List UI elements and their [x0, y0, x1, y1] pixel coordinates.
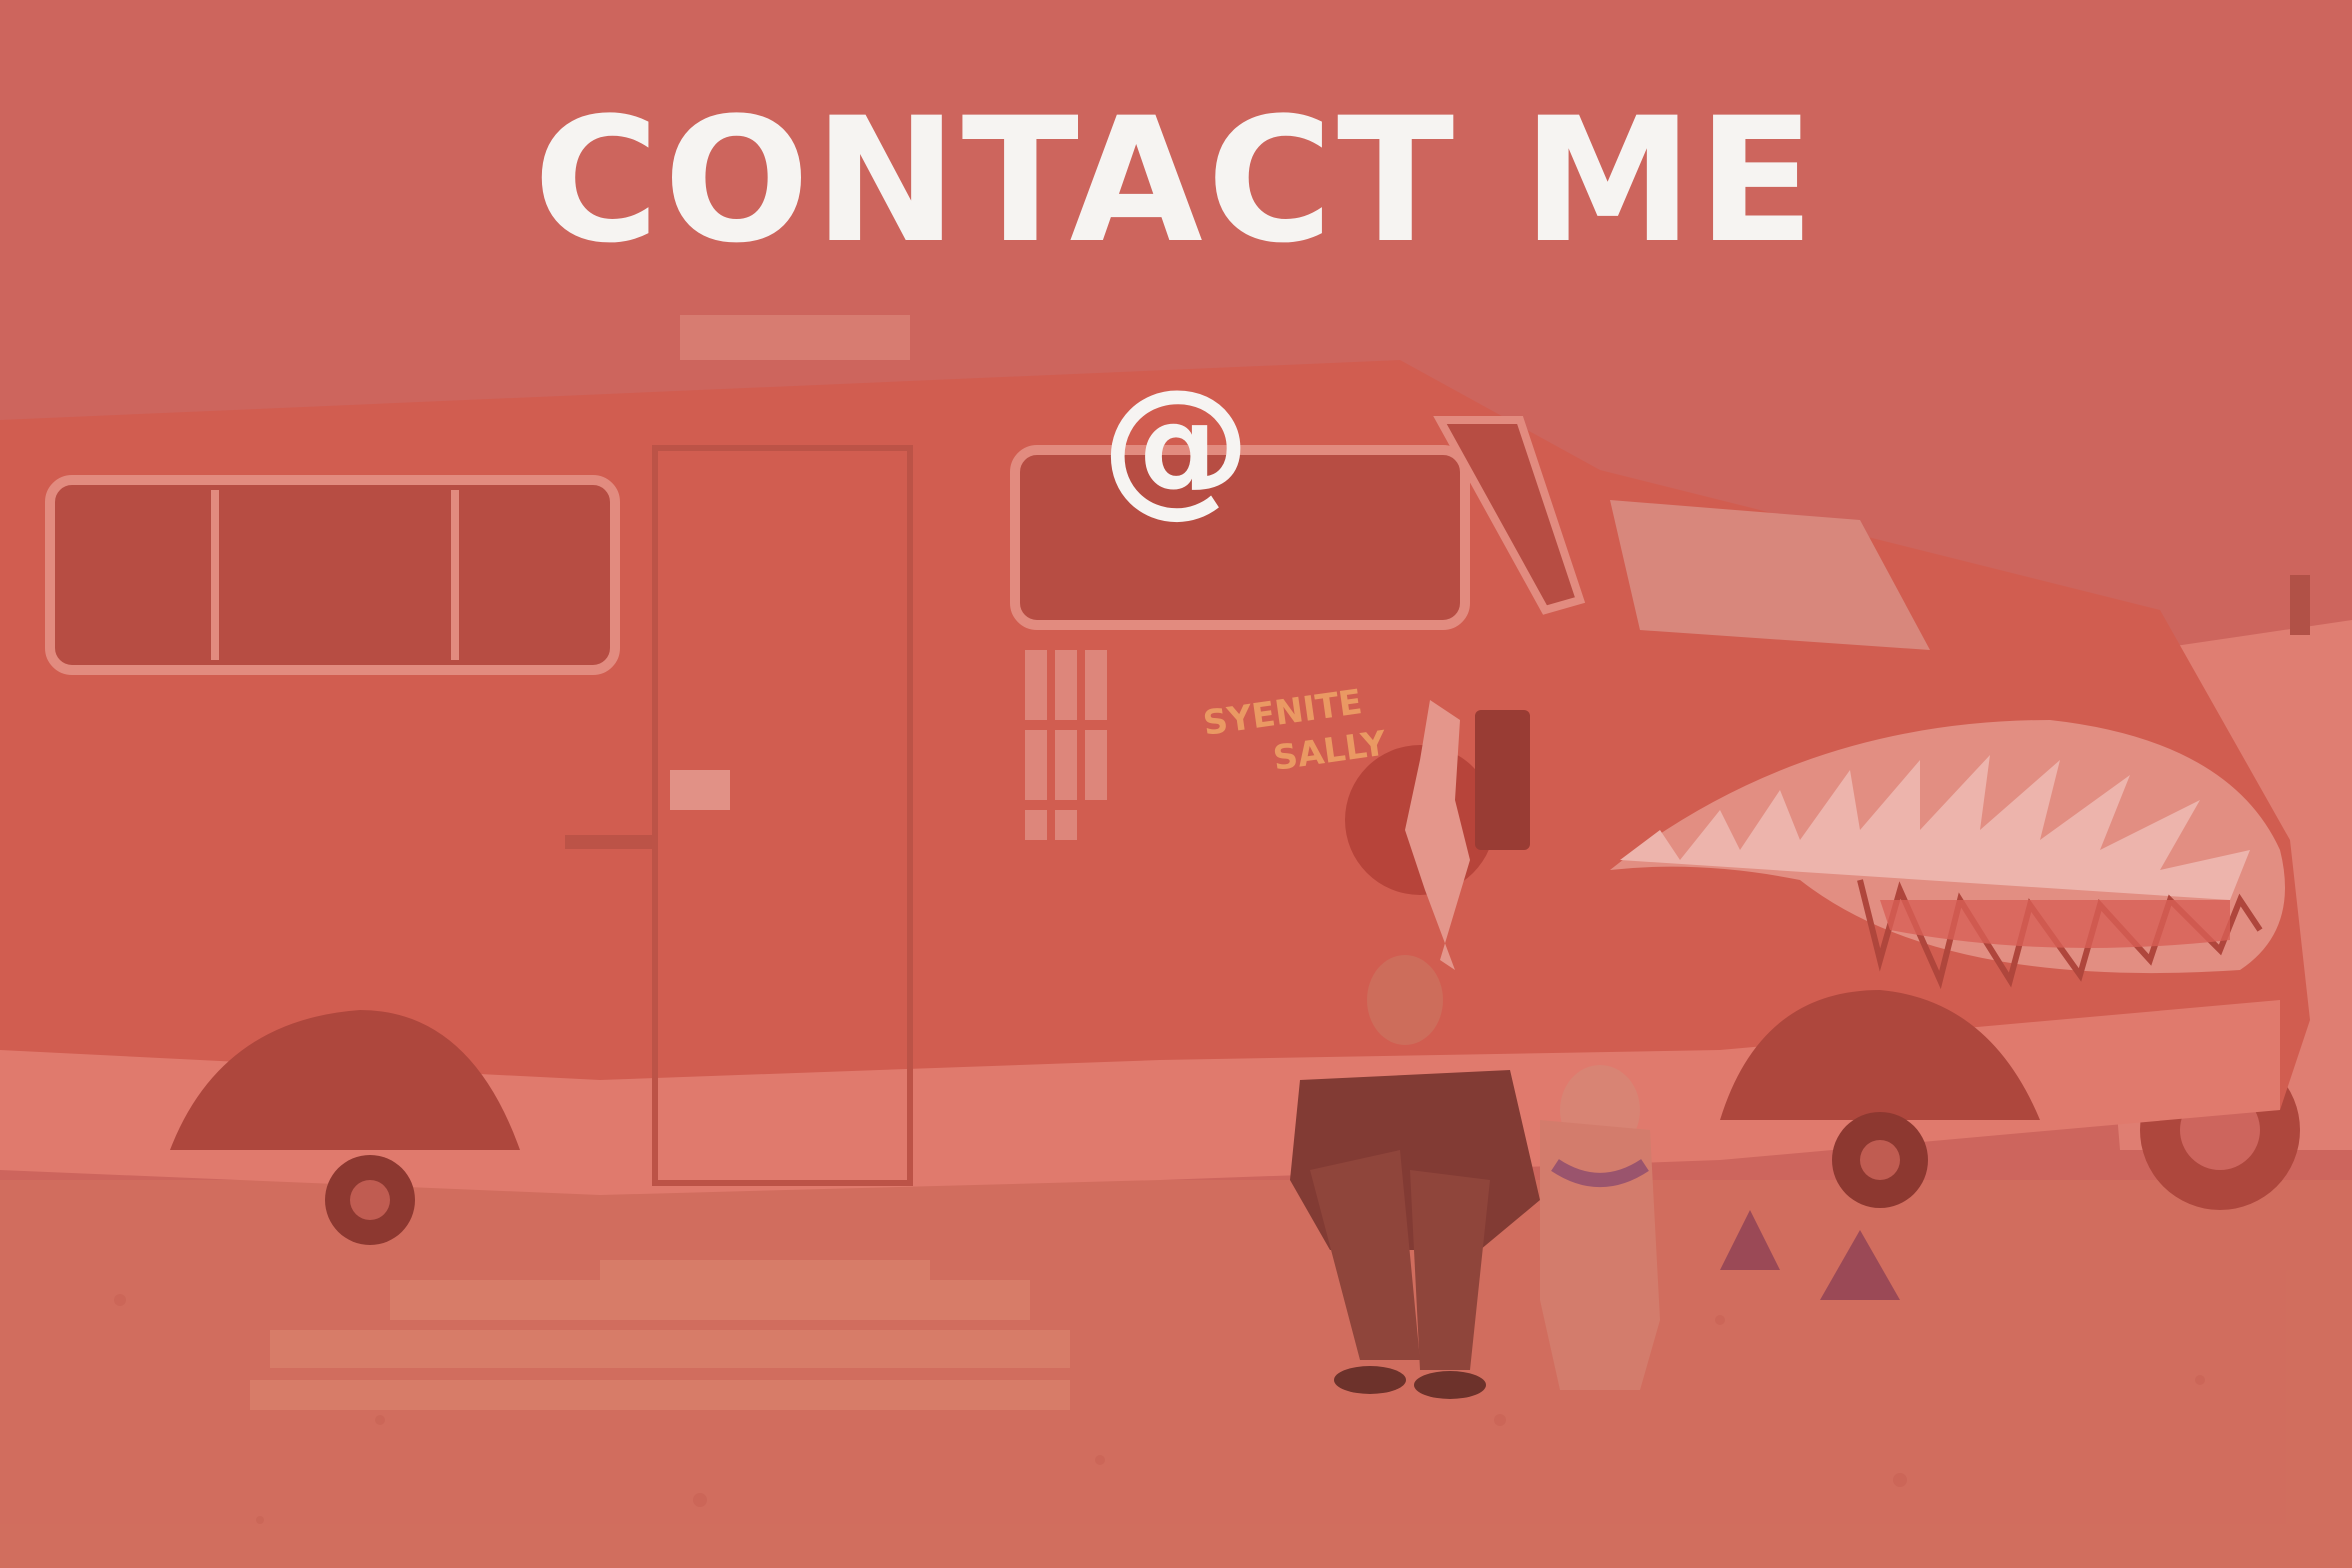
headline: CONTACT ME [533, 80, 1819, 281]
contact-banner: SYENITE SALLY CONTACT ME @ [0, 0, 2352, 1568]
roof-vent [680, 315, 910, 360]
at-symbol-icon[interactable]: @ [0, 370, 2352, 520]
